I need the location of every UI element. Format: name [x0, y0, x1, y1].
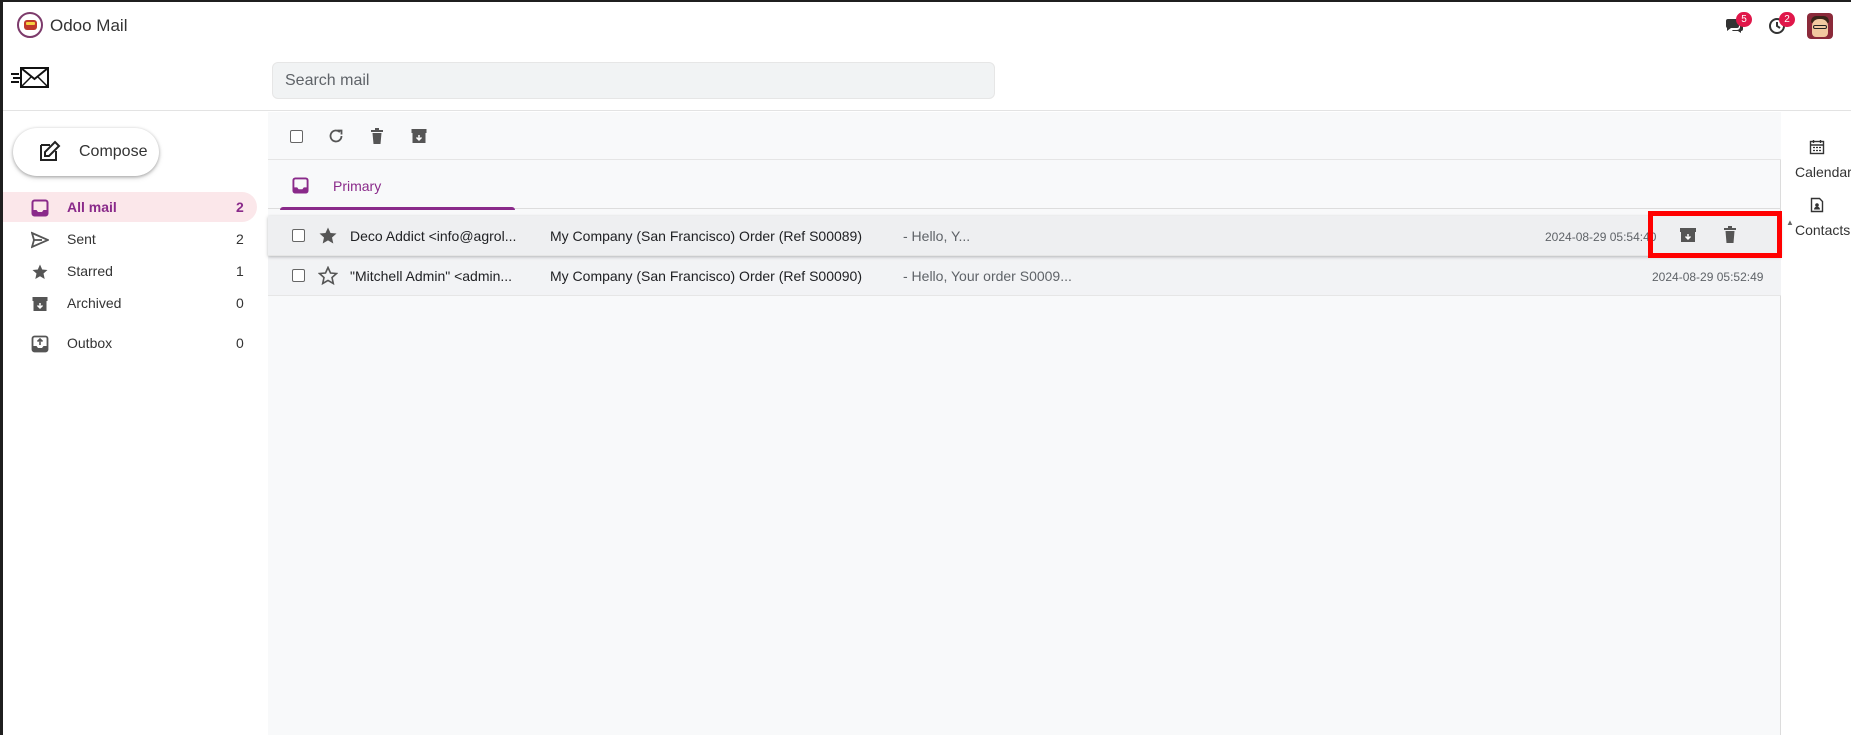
- mail-row-checkbox[interactable]: [292, 269, 305, 282]
- right-app-label: Calendar: [1795, 164, 1851, 180]
- sidebar-item-outbox[interactable]: Outbox 0: [3, 328, 257, 358]
- sidebar-item-count: 0: [236, 335, 244, 351]
- mail-header: [3, 49, 1851, 111]
- mail-subject: My Company (San Francisco) Order (Ref S0…: [550, 228, 862, 244]
- send-icon: [31, 231, 49, 249]
- sidebar-item-count: 1: [236, 263, 244, 279]
- mail-row-checkbox[interactable]: [292, 229, 305, 242]
- calendar-icon: [1809, 140, 1825, 155]
- sidebar-item-label: All mail: [67, 199, 117, 215]
- mail-date: 2024-08-29 05:52:49: [1652, 270, 1764, 284]
- user-avatar[interactable]: [1807, 13, 1833, 39]
- compose-button[interactable]: Compose: [13, 128, 159, 176]
- mail-list-panel: Primary Deco Addict <info@agrol... My Co…: [268, 112, 1782, 735]
- highlight-annotation-box: [1648, 211, 1782, 258]
- mail-sidebar: Compose All mail 2 Sent 2 Starred 1 Arch…: [3, 112, 268, 735]
- sidebar-item-count: 0: [236, 295, 244, 311]
- tab-active-indicator: [280, 207, 515, 210]
- messages-icon[interactable]: 5: [1724, 12, 1752, 37]
- sidebar-item-label: Sent: [67, 231, 96, 247]
- sidebar-item-count: 2: [236, 231, 244, 247]
- inbox-icon: [31, 199, 49, 217]
- collapse-caret-icon[interactable]: ▲: [1786, 218, 1794, 227]
- top-navbar: Odoo Mail 5 2: [3, 2, 1851, 49]
- sidebar-item-all-mail[interactable]: All mail 2: [3, 192, 257, 222]
- search-input[interactable]: [272, 62, 995, 99]
- fast-mail-logo-icon: [10, 65, 50, 91]
- mail-sender: "Mitchell Admin" <admin...: [350, 268, 513, 284]
- tab-primary[interactable]: Primary: [280, 161, 515, 210]
- mail-date: 2024-08-29 05:54:40: [1545, 230, 1657, 244]
- right-app-contacts[interactable]: Contacts: [1795, 180, 1851, 238]
- archive-icon: [32, 297, 48, 311]
- messages-badge: 5: [1736, 12, 1752, 27]
- right-app-label: Contacts: [1795, 222, 1851, 238]
- sidebar-item-label: Starred: [67, 263, 113, 279]
- select-all-checkbox[interactable]: [290, 130, 303, 143]
- tab-label: Primary: [333, 178, 382, 194]
- activities-clock-icon[interactable]: 2: [1767, 12, 1795, 37]
- sidebar-item-sent[interactable]: Sent 2: [3, 224, 257, 254]
- refresh-icon[interactable]: [327, 127, 345, 145]
- mail-tabs: Primary: [268, 161, 1781, 210]
- sidebar-item-count: 2: [236, 199, 244, 215]
- star-outline-icon[interactable]: [318, 266, 338, 286]
- star-filled-icon[interactable]: [318, 226, 338, 246]
- delete-icon[interactable]: [368, 127, 386, 145]
- mail-row[interactable]: "Mitchell Admin" <admin... My Company (S…: [268, 256, 1781, 296]
- inbox-icon: [292, 177, 309, 194]
- compose-label: Compose: [79, 143, 148, 160]
- star-icon: [32, 264, 48, 279]
- mail-snippet: - Hello, Y...: [903, 228, 971, 244]
- sidebar-item-label: Archived: [67, 295, 122, 311]
- activities-badge: 2: [1779, 12, 1795, 27]
- mail-row[interactable]: Deco Addict <info@agrol... My Company (S…: [268, 211, 1782, 258]
- mail-subject: My Company (San Francisco) Order (Ref S0…: [550, 268, 862, 284]
- sidebar-item-label: Outbox: [67, 335, 113, 351]
- odoo-mail-logo-icon[interactable]: [17, 12, 43, 38]
- right-app-calendar[interactable]: Calendar: [1795, 122, 1851, 180]
- app-title: Odoo Mail: [50, 16, 128, 35]
- sidebar-item-starred[interactable]: Starred 1: [3, 256, 257, 286]
- mail-sender: Deco Addict <info@agrol...: [350, 228, 517, 244]
- compose-pencil-icon: [40, 140, 61, 161]
- mail-toolbar: [268, 112, 1781, 160]
- outbox-icon: [31, 335, 49, 353]
- mail-snippet: - Hello, Your order S0009...: [903, 268, 1072, 284]
- archive-icon[interactable]: [410, 127, 428, 145]
- sidebar-item-archived[interactable]: Archived 0: [3, 288, 257, 318]
- right-app-sidebar: Calendar Contacts: [1795, 112, 1851, 735]
- contacts-icon: [1810, 197, 1824, 213]
